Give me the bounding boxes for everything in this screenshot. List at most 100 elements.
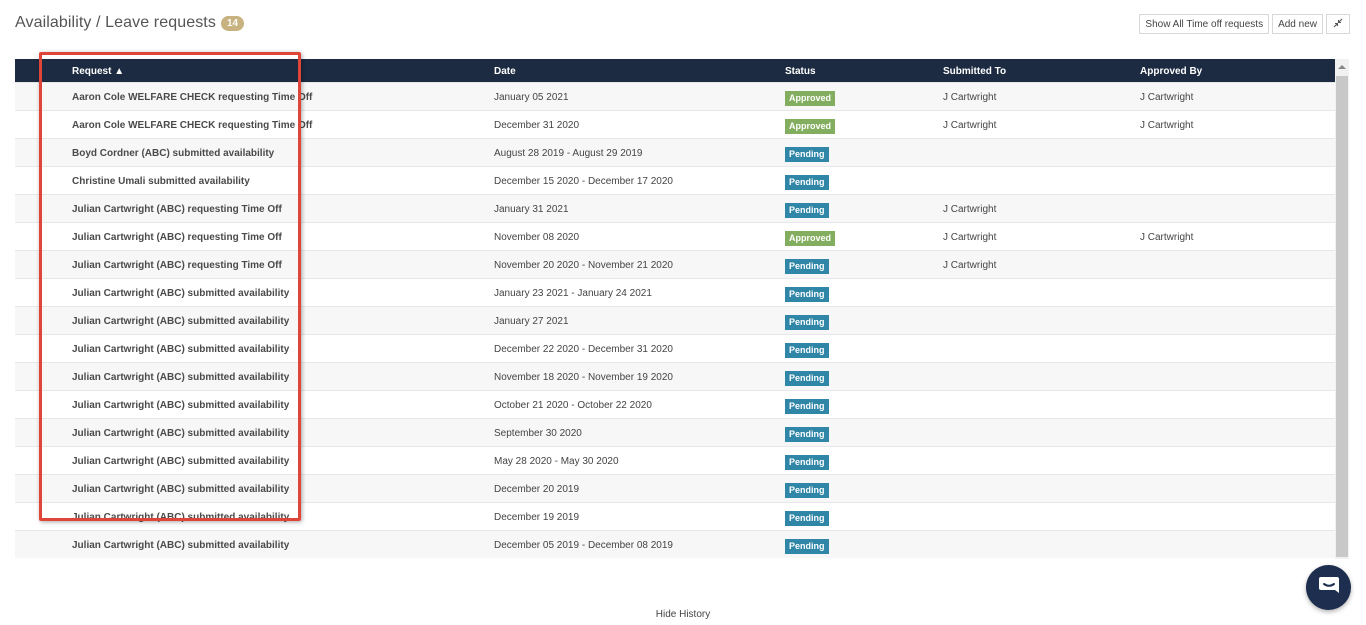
table-row[interactable]: Julian Cartwright (ABC) submitted availa… <box>15 473 1335 502</box>
approved-by-cell <box>1140 305 1335 334</box>
status-badge: Pending <box>785 482 829 498</box>
status-badge: Pending <box>785 454 829 470</box>
table-row[interactable]: Aaron Cole WELFARE CHECK requesting Time… <box>15 81 1335 110</box>
table-row[interactable]: Julian Cartwright (ABC) requesting Time … <box>15 249 1335 278</box>
table-row[interactable]: Julian Cartwright (ABC) submitted availa… <box>15 361 1335 390</box>
status-cell: Pending <box>785 417 943 446</box>
status-badge: Pending <box>785 314 829 330</box>
compress-icon <box>1333 18 1343 31</box>
table-row[interactable]: Julian Cartwright (ABC) submitted availa… <box>15 417 1335 446</box>
request-cell: Julian Cartwright (ABC) submitted availa… <box>72 445 494 474</box>
add-new-button[interactable]: Add new <box>1272 14 1323 34</box>
table-header-row: Request ▲ Date Status Submitted To Appro… <box>15 59 1335 82</box>
date-cell: November 18 2020 - November 19 2020 <box>494 361 785 390</box>
submitted-to-cell <box>943 529 1140 558</box>
table-body: Aaron Cole WELFARE CHECK requesting Time… <box>15 81 1335 558</box>
request-cell: Aaron Cole WELFARE CHECK requesting Time… <box>72 81 494 110</box>
submitted-to-cell <box>943 389 1140 418</box>
date-cell: January 23 2021 - January 24 2021 <box>494 277 785 306</box>
table-row[interactable]: Julian Cartwright (ABC) submitted availa… <box>15 333 1335 362</box>
submitted-to-cell <box>943 501 1140 530</box>
submitted-to-cell: J Cartwright <box>943 249 1140 278</box>
status-cell: Pending <box>785 445 943 474</box>
submitted-to-cell: J Cartwright <box>943 221 1140 250</box>
hide-history-link[interactable]: Hide History <box>0 609 1366 620</box>
vertical-scrollbar[interactable] <box>1335 59 1349 559</box>
column-header-date[interactable]: Date <box>494 59 785 82</box>
status-cell: Pending <box>785 529 943 558</box>
table-row[interactable]: Julian Cartwright (ABC) submitted availa… <box>15 445 1335 474</box>
approved-by-cell <box>1140 193 1335 222</box>
row-select-cell <box>15 445 72 474</box>
column-header-status[interactable]: Status <box>785 59 943 82</box>
status-cell: Pending <box>785 501 943 530</box>
status-cell: Pending <box>785 165 943 194</box>
status-cell: Pending <box>785 277 943 306</box>
approved-by-cell <box>1140 529 1335 558</box>
status-badge: Pending <box>785 202 829 218</box>
row-select-cell <box>15 417 72 446</box>
row-select-cell <box>15 529 72 558</box>
submitted-to-cell <box>943 417 1140 446</box>
status-badge: Approved <box>785 90 836 106</box>
approved-by-cell <box>1140 473 1335 502</box>
column-header-request[interactable]: Request ▲ <box>72 59 494 82</box>
table-row[interactable]: Julian Cartwright (ABC) submitted availa… <box>15 305 1335 334</box>
scroll-up-arrow-icon[interactable] <box>1335 59 1349 75</box>
submitted-to-cell <box>943 445 1140 474</box>
table-row[interactable]: Julian Cartwright (ABC) submitted availa… <box>15 277 1335 306</box>
table-row[interactable]: Boyd Cordner (ABC) submitted availabilit… <box>15 137 1335 166</box>
approved-by-cell <box>1140 277 1335 306</box>
table-row[interactable]: Julian Cartwright (ABC) submitted availa… <box>15 389 1335 418</box>
compress-button[interactable] <box>1326 14 1350 34</box>
table-row[interactable]: Julian Cartwright (ABC) submitted availa… <box>15 501 1335 530</box>
date-cell: December 22 2020 - December 31 2020 <box>494 333 785 362</box>
page-title: Availability / Leave requests <box>15 14 216 31</box>
date-cell: November 20 2020 - November 21 2020 <box>494 249 785 278</box>
table-row[interactable]: Aaron Cole WELFARE CHECK requesting Time… <box>15 109 1335 138</box>
approved-by-cell <box>1140 445 1335 474</box>
table-row[interactable]: Julian Cartwright (ABC) requesting Time … <box>15 221 1335 250</box>
column-header-approved-by[interactable]: Approved By <box>1140 59 1335 82</box>
status-badge: Pending <box>785 538 829 554</box>
status-badge: Pending <box>785 398 829 414</box>
status-cell: Pending <box>785 193 943 222</box>
request-cell: Julian Cartwright (ABC) submitted availa… <box>72 529 494 558</box>
column-header-submitted-to[interactable]: Submitted To <box>943 59 1140 82</box>
status-cell: Approved <box>785 109 943 138</box>
date-cell: September 30 2020 <box>494 417 785 446</box>
table-row[interactable]: Julian Cartwright (ABC) submitted availa… <box>15 529 1335 558</box>
row-select-cell <box>15 277 72 306</box>
request-count-badge: 14 <box>220 15 245 31</box>
table-row[interactable]: Christine Umali submitted availability De… <box>15 165 1335 194</box>
date-cell: December 31 2020 <box>494 109 785 138</box>
row-select-cell <box>15 305 72 334</box>
table-row[interactable]: Julian Cartwright (ABC) requesting Time … <box>15 193 1335 222</box>
show-all-time-off-button[interactable]: Show All Time off requests <box>1139 14 1270 34</box>
request-cell: Christine Umali submitted availability <box>72 165 494 194</box>
approved-by-cell <box>1140 333 1335 362</box>
scrollbar-thumb[interactable] <box>1336 76 1348 557</box>
request-cell: Boyd Cordner (ABC) submitted availabilit… <box>72 137 494 166</box>
chat-button[interactable] <box>1306 565 1351 610</box>
status-cell: Approved <box>785 81 943 110</box>
leave-requests-table: Request ▲ Date Status Submitted To Appro… <box>15 59 1335 558</box>
request-cell: Julian Cartwright (ABC) submitted availa… <box>72 277 494 306</box>
request-cell: Julian Cartwright (ABC) submitted availa… <box>72 417 494 446</box>
row-select-cell <box>15 333 72 362</box>
date-cell: December 19 2019 <box>494 501 785 530</box>
date-cell: January 27 2021 <box>494 305 785 334</box>
status-cell: Pending <box>785 249 943 278</box>
approved-by-cell <box>1140 501 1335 530</box>
row-select-cell <box>15 193 72 222</box>
date-cell: December 20 2019 <box>494 473 785 502</box>
request-cell: Julian Cartwright (ABC) requesting Time … <box>72 221 494 250</box>
request-cell: Aaron Cole WELFARE CHECK requesting Time… <box>72 109 494 138</box>
approved-by-cell: J Cartwright <box>1140 221 1335 250</box>
submitted-to-cell <box>943 305 1140 334</box>
chat-icon <box>1318 576 1340 599</box>
date-cell: May 28 2020 - May 30 2020 <box>494 445 785 474</box>
row-select-cell <box>15 109 72 138</box>
approved-by-cell: J Cartwright <box>1140 109 1335 138</box>
date-cell: January 31 2021 <box>494 193 785 222</box>
